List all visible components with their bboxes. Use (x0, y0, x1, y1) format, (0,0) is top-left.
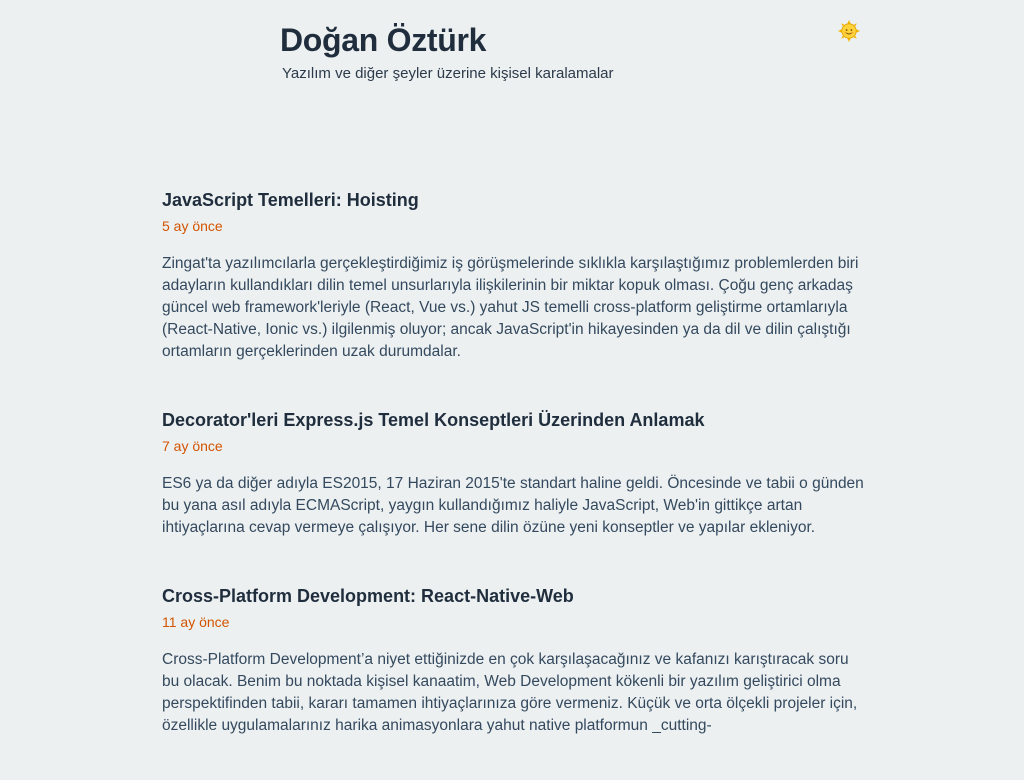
post-list: JavaScript Temelleri: Hoisting 5 ay önce… (162, 186, 864, 780)
post-excerpt: ES6 ya da diğer adıyla ES2015, 17 Hazira… (162, 475, 864, 536)
post-excerpt: Zingat'ta yazılımcılarla gerçekleştirdiğ… (162, 255, 859, 360)
post-excerpt: Cross-Platform Development’a niyet ettiğ… (162, 651, 858, 734)
post-date: 11 ay önce (162, 614, 230, 630)
post-date: 7 ay önce (162, 438, 223, 454)
post-item: Cross-Platform Development: React-Native… (162, 582, 864, 737)
site-tagline: Yazılım ve diğer şeyler üzerine kişisel … (282, 65, 614, 82)
site-header: Doğan Öztürk Yazılım ve diğer şeyler üze… (280, 20, 880, 85)
post-title-link[interactable]: Decorator'leri Express.js Temel Konseptl… (162, 406, 864, 434)
sun-face-icon[interactable] (838, 20, 860, 42)
post-title-link[interactable]: Cross-Platform Development: React-Native… (162, 582, 864, 610)
site-title[interactable]: Doğan Öztürk (280, 20, 880, 60)
post-item: Decorator'leri Express.js Temel Konseptl… (162, 406, 864, 539)
post-title-link[interactable]: JavaScript Temelleri: Hoisting (162, 186, 864, 214)
post-date: 5 ay önce (162, 218, 223, 234)
post-item: JavaScript Temelleri: Hoisting 5 ay önce… (162, 186, 864, 363)
